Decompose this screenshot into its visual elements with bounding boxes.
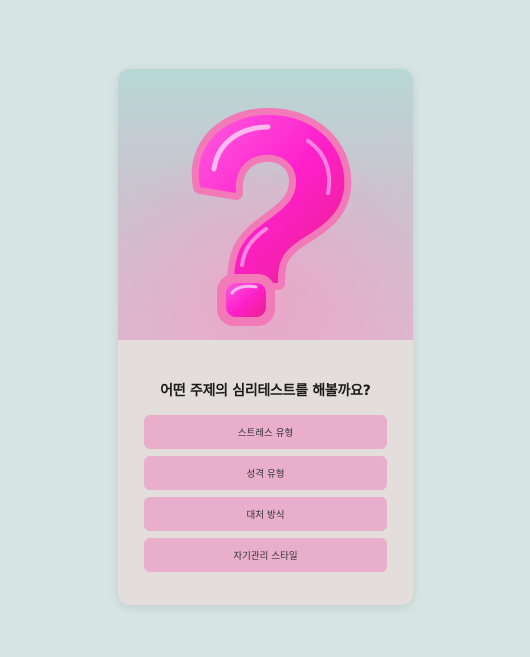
option-stress-type-button[interactable]: 스트레스 유형 — [144, 415, 387, 449]
quiz-options: 스트레스 유형 성격 유형 대처 방식 자기관리 스타일 — [144, 415, 387, 579]
quiz-content: 어떤 주제의 심리테스트를 해볼까요? 스트레스 유형 성격 유형 대처 방식 … — [118, 340, 413, 605]
option-coping-style-button[interactable]: 대처 방식 — [144, 497, 387, 531]
question-mark-icon — [118, 69, 413, 340]
option-self-care-style-button[interactable]: 자기관리 스타일 — [144, 538, 387, 572]
quiz-question: 어떤 주제의 심리테스트를 해볼까요? — [160, 383, 371, 399]
quiz-card: 어떤 주제의 심리테스트를 해볼까요? 스트레스 유형 성격 유형 대처 방식 … — [118, 69, 413, 605]
option-personality-type-button[interactable]: 성격 유형 — [144, 456, 387, 490]
hero-image — [118, 69, 413, 340]
